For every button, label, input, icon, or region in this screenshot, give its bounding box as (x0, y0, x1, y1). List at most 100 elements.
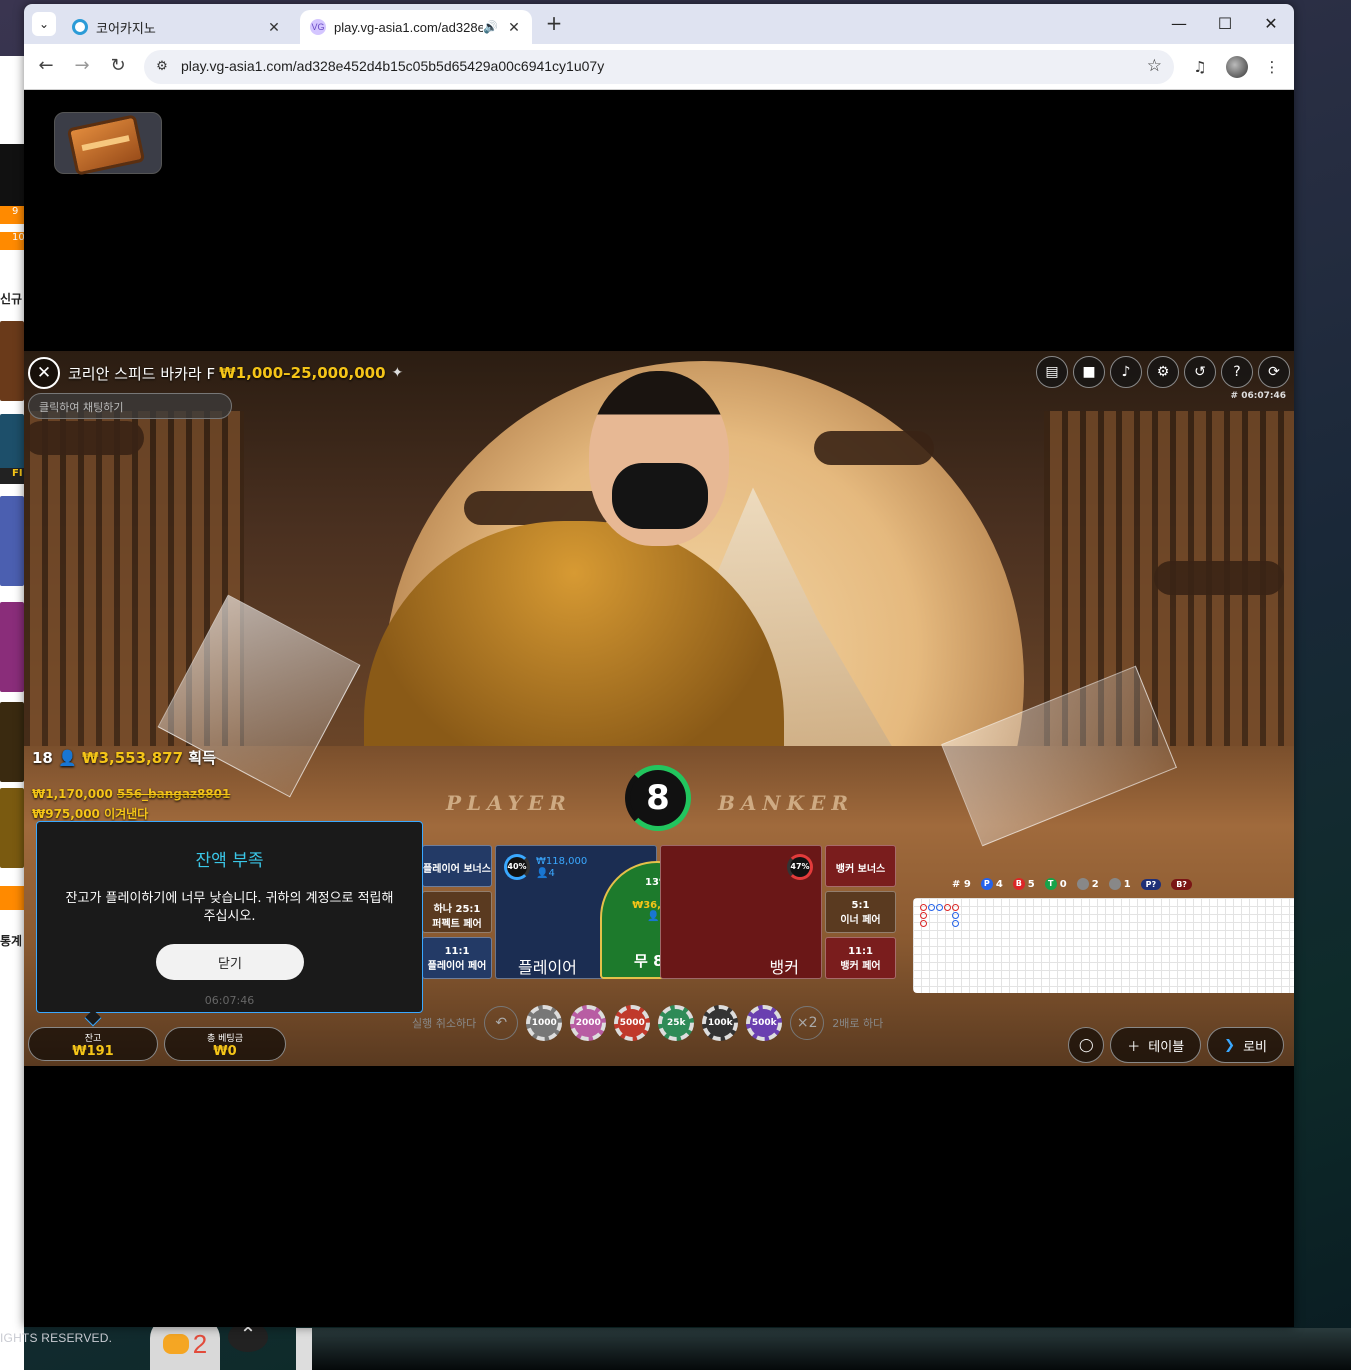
bg-game-thumb[interactable] (0, 788, 24, 868)
roadmap-grid[interactable] (913, 898, 1294, 993)
tab-close-icon[interactable]: ✕ (266, 19, 282, 36)
tab-close-icon[interactable]: ✕ (506, 19, 522, 36)
bg-dark-block (0, 144, 24, 208)
reload-icon[interactable]: ↻ (106, 54, 130, 78)
road-bead (952, 904, 959, 911)
undo-button[interactable]: ↶ (484, 1006, 519, 1040)
bet-label: 플레이어 보너스 (423, 864, 491, 875)
bg-game-thumb[interactable] (0, 496, 24, 586)
bg-game-thumb[interactable] (0, 602, 24, 692)
bet-either-perfect-pair[interactable]: 하나 25:1 퍼펙트 페어 (422, 891, 492, 933)
bg-game-thumb[interactable] (0, 702, 24, 782)
tab-search-button[interactable]: ⌄ (32, 12, 56, 36)
table-player-word: PLAYER (446, 791, 572, 815)
bet-odds: 5:1 (851, 900, 870, 911)
game-id: # 06:07:46 (1230, 391, 1286, 401)
treasure-chest-button[interactable] (54, 112, 162, 176)
minimize-icon[interactable]: — (1167, 12, 1191, 36)
maximize-icon[interactable]: ☐ (1213, 12, 1237, 36)
insufficient-balance-dialog: 잔액 부족 잔고가 플레이하기에 너무 낮습니다. 귀하의 계정으로 적립해 주… (36, 821, 423, 1027)
winner-name: 556_bangaz8801 (117, 787, 231, 801)
chip-5000[interactable]: 5000 (614, 1005, 651, 1041)
settings-icon[interactable]: ⚙ (1147, 356, 1179, 388)
url-text[interactable]: play.vg-asia1.com/ad328e452d4b15c05b5d65… (181, 58, 604, 74)
player-wins: P4 (980, 878, 1003, 890)
new-tab-button[interactable]: + (542, 12, 566, 36)
bet-player-pair[interactable]: 11:1 플레이어 페어 (422, 937, 492, 979)
cloud-ornament (464, 491, 614, 525)
banker-dot-icon: B (1012, 878, 1025, 890)
plus-icon: ＋ (1127, 1039, 1141, 1055)
bet-odds: 하나 25:1 (433, 904, 481, 915)
table-button-label: 테이블 (1148, 1039, 1185, 1055)
banker-ask-button[interactable]: B? (1171, 878, 1192, 890)
bg-rank-10: 10 (0, 232, 24, 250)
player-bet-amount: ₩118,000 (536, 856, 588, 867)
bet-banker-pair[interactable]: 11:1 뱅커 페어 (825, 937, 896, 979)
speaker-icon[interactable]: 🔊 (483, 20, 498, 34)
banker-pair-count: 1 (1108, 878, 1131, 890)
undo-label: 실행 취소하다 (412, 1017, 477, 1030)
road-bead (936, 904, 943, 911)
video-icon[interactable]: ■ (1073, 356, 1105, 388)
lobby-button-label: 로비 (1243, 1039, 1267, 1055)
address-bar[interactable]: ⚙ play.vg-asia1.com/ad328e452d4b15c05b5d… (144, 50, 1174, 84)
chip-stack-button[interactable]: ◯ (1068, 1027, 1105, 1063)
player-dot-icon: P (980, 878, 993, 890)
close-window-icon[interactable]: ✕ (1259, 12, 1283, 36)
bg-game-label: FI (0, 468, 24, 484)
chip-500k[interactable]: 500k (746, 1005, 783, 1041)
winner-count: 18 (32, 749, 53, 767)
chip-2000[interactable]: 2000 (570, 1005, 607, 1041)
chip-100k[interactable]: 100k (702, 1005, 739, 1041)
road-bead (952, 912, 959, 919)
dealer-mask (612, 463, 708, 529)
tab-core-casino[interactable]: 코어카지노 ✕ (62, 10, 292, 44)
pin-icon[interactable]: ✦ (392, 365, 404, 381)
bet-odds: 11:1 (444, 946, 470, 957)
dialog-close-button[interactable]: 닫기 (156, 944, 304, 980)
bet-banker-bonus[interactable]: 뱅커 보너스 (825, 845, 896, 887)
help-icon[interactable]: ? (1221, 356, 1253, 388)
refresh-icon[interactable]: ⟳ (1258, 356, 1290, 388)
history-icon[interactable]: ↺ (1184, 356, 1216, 388)
media-control-icon[interactable]: ♫ (1189, 56, 1211, 78)
banker-label: 뱅커 (769, 958, 799, 977)
winner-row: ₩1,170,000 556_bangaz8801 (32, 787, 230, 801)
bet-player-bonus[interactable]: 플레이어 보너스 (422, 845, 492, 887)
bg-rank-9: 9 (0, 206, 24, 224)
browser-toolbar: ← → ↻ ⚙ play.vg-asia1.com/ad328e452d4b15… (24, 44, 1294, 90)
double-button[interactable]: ×2 (790, 1006, 825, 1040)
lobby-button[interactable]: ❯ 로비 (1207, 1027, 1284, 1063)
chip-1000[interactable]: 1000 (526, 1005, 563, 1041)
table-button[interactable]: ＋ 테이블 (1110, 1027, 1202, 1063)
menu-dots-icon[interactable]: ⋮ (1261, 56, 1283, 78)
bg-scrollbar[interactable] (296, 1328, 312, 1370)
table-title: 코리안 스피드 바카라 F (68, 364, 216, 383)
bet-banker[interactable]: 47% 뱅커 (660, 845, 822, 979)
browser-window: ⌄ 코어카지노 ✕ VG play.vg-asia1.com/ad328e4 🔊… (24, 4, 1294, 1327)
bet-odds: 11:1 (848, 946, 873, 957)
chip-25k[interactable]: 25k (658, 1005, 695, 1041)
road-bead (920, 904, 927, 911)
player-ask-button[interactable]: P? (1140, 878, 1162, 890)
tab-title: 코어카지노 (96, 20, 156, 36)
bet-egalite-pair[interactable]: 5:1 이너 페어 (825, 891, 896, 933)
forward-icon[interactable]: → (70, 54, 94, 78)
road-bead (920, 920, 927, 927)
chat-input[interactable]: 클릭하여 채팅하기 (28, 393, 232, 419)
profile-avatar[interactable] (1226, 56, 1248, 78)
site-info-icon[interactable]: ⚙ (152, 57, 172, 77)
win-suffix: 획득 (188, 749, 216, 767)
close-game-button[interactable]: ✕ (28, 357, 60, 389)
tab-game[interactable]: VG play.vg-asia1.com/ad328e4 🔊 ✕ (300, 10, 532, 44)
bookmark-star-icon[interactable]: ☆ (1147, 56, 1162, 76)
balance-value: ₩191 (72, 1044, 114, 1059)
game-controls: ▤ ■ ♪ ⚙ ↺ ? ⟳ (1036, 356, 1290, 388)
bg-game-thumb[interactable] (0, 321, 24, 401)
background-page: 9 10 신규 FI 통계 (0, 56, 24, 1370)
chat-icon[interactable]: ▤ (1036, 356, 1068, 388)
back-icon[interactable]: ← (34, 54, 58, 78)
banker-wins: B5 (1012, 878, 1035, 890)
sound-icon[interactable]: ♪ (1110, 356, 1142, 388)
